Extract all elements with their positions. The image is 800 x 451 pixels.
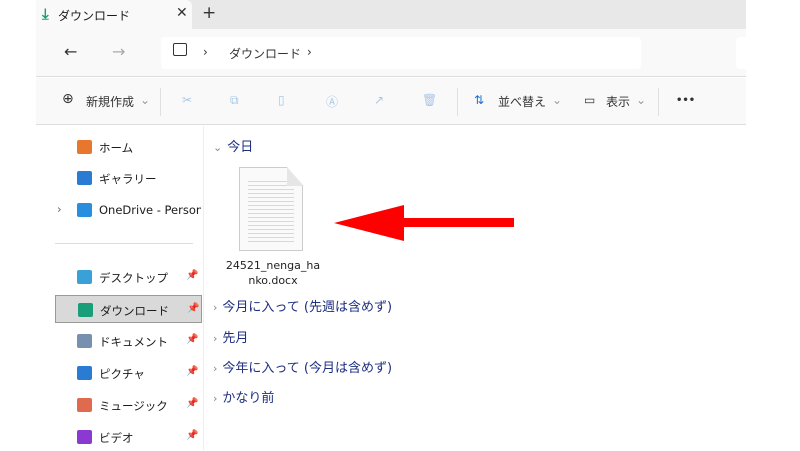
cloud-icon (77, 203, 92, 217)
file-name: 24521_nenga_ha nko.docx (225, 259, 321, 287)
group-header-this-year[interactable]: › 今年に入って (今月は含めず) (213, 357, 392, 376)
sidebar-item-download[interactable]: ダウンロード 📌 (55, 295, 202, 323)
share-button[interactable]: ↗ (374, 93, 384, 107)
group-label: かなり前 (222, 391, 275, 406)
sidebar-item-label: OneDrive - Personal (99, 203, 201, 217)
group-header-long-ago[interactable]: › かなり前 (213, 387, 274, 406)
pictures-icon (77, 366, 92, 380)
breadcrumb-downloads[interactable]: ダウンロード (229, 45, 301, 62)
view-icon: ▭ (584, 93, 596, 107)
sidebar-item-label: ギャラリー (99, 172, 157, 186)
command-bar: ⊕ 新規作成 ⌄ ✂ ⧉ ▯ Ⓐ ↗ 🗑 ⇅ 並べ替え ⌄ ▭ 表示 ⌄ ••• (36, 78, 746, 125)
copy-button[interactable]: ⧉ (230, 93, 239, 108)
download-icon (78, 303, 93, 317)
expand-chevron-icon[interactable]: › (57, 202, 62, 216)
cut-button[interactable]: ✂ (182, 93, 192, 107)
group-header-today[interactable]: ⌄ 今日 (213, 136, 253, 155)
pin-icon[interactable]: 📌 (186, 334, 198, 345)
sidebar-item-video[interactable]: ビデオ 📌 (55, 423, 202, 451)
close-tab-button[interactable]: ✕ (176, 5, 188, 21)
video-icon (77, 430, 92, 444)
sidebar-item-desktop[interactable]: デスクトップ 📌 (55, 263, 202, 291)
new-button[interactable]: 新規作成 (86, 93, 134, 110)
navigation-bar: ← → ↑ ↻ › ダウンロード › (36, 29, 756, 77)
tab-downloads[interactable]: ⤓ ダウンロード ✕ (36, 0, 192, 29)
address-bar[interactable]: › ダウンロード › (161, 37, 641, 69)
sidebar-divider (55, 243, 193, 244)
desktop-icon (77, 270, 92, 284)
pin-icon[interactable]: 📌 (186, 270, 198, 281)
chevron-down-icon: ⌄ (140, 93, 151, 107)
divider (457, 88, 458, 116)
page-fold (287, 167, 304, 186)
file-list: ⌄ 今日 24521_nenga_ha nko.docx › 今月に入って (先週は含… (206, 126, 746, 450)
red-arrow-annotation (334, 205, 514, 241)
group-header-last-month[interactable]: › 先月 (213, 327, 248, 346)
group-label: 今日 (227, 140, 254, 155)
divider (160, 88, 161, 116)
sidebar-item-pictures[interactable]: ピクチャ 📌 (55, 359, 202, 387)
group-header-this-month[interactable]: › 今月に入って (先週は含めず) (213, 296, 392, 315)
group-label: 今年に入って (今月は含めず) (222, 361, 393, 376)
tab-bar: ⤓ ダウンロード ✕ + (36, 0, 746, 29)
view-button[interactable]: 表示 (606, 93, 630, 110)
sidebar-item-cloud[interactable]: › OneDrive - Personal (55, 196, 202, 224)
navigation-pane: ホームギャラリー › OneDrive - Personal デスクトップ📌 ダウンロー… (36, 126, 204, 450)
document-icon (77, 334, 92, 348)
group-label: 今月に入って (先週は含めず) (222, 300, 393, 315)
gallery-icon (77, 171, 92, 185)
chevron-down-icon: ⌄ (552, 93, 563, 107)
more-options-button[interactable]: ••• (676, 95, 695, 106)
sort-icon: ⇅ (474, 93, 485, 107)
sort-button[interactable]: 並べ替え (498, 93, 546, 110)
breadcrumb-separator: › (203, 45, 208, 59)
sidebar-item-home[interactable]: ホーム (55, 133, 202, 161)
delete-button[interactable]: 🗑 (422, 93, 437, 107)
plus-circle-icon: ⊕ (62, 91, 74, 107)
sidebar-item-music[interactable]: ミュージック 📌 (55, 391, 202, 419)
sidebar-item-gallery[interactable]: ギャラリー (55, 164, 202, 192)
paste-button[interactable]: ▯ (278, 93, 285, 107)
rename-button[interactable]: Ⓐ (326, 93, 338, 110)
new-tab-button[interactable]: + (202, 3, 216, 23)
pin-icon[interactable]: 📌 (186, 366, 198, 377)
tab-title: ダウンロード (58, 9, 131, 23)
sidebar-item-document[interactable]: ドキュメント 📌 (55, 327, 202, 355)
back-button[interactable]: ← (64, 42, 77, 61)
breadcrumb-separator[interactable]: › (307, 45, 312, 59)
forward-button[interactable]: → (112, 42, 125, 61)
group-label: 先月 (222, 331, 249, 346)
pin-icon[interactable]: 📌 (187, 303, 199, 314)
pin-icon[interactable]: 📌 (186, 398, 198, 409)
download-icon: ⤓ (42, 5, 49, 23)
pin-icon[interactable]: 📌 (186, 430, 198, 441)
home-icon (77, 140, 92, 154)
divider (658, 88, 659, 116)
search-box[interactable] (736, 37, 756, 69)
sidebar-item-label: ホーム (99, 141, 134, 155)
computer-icon (173, 43, 187, 56)
music-icon (77, 398, 92, 412)
chevron-down-icon: ⌄ (636, 93, 647, 107)
